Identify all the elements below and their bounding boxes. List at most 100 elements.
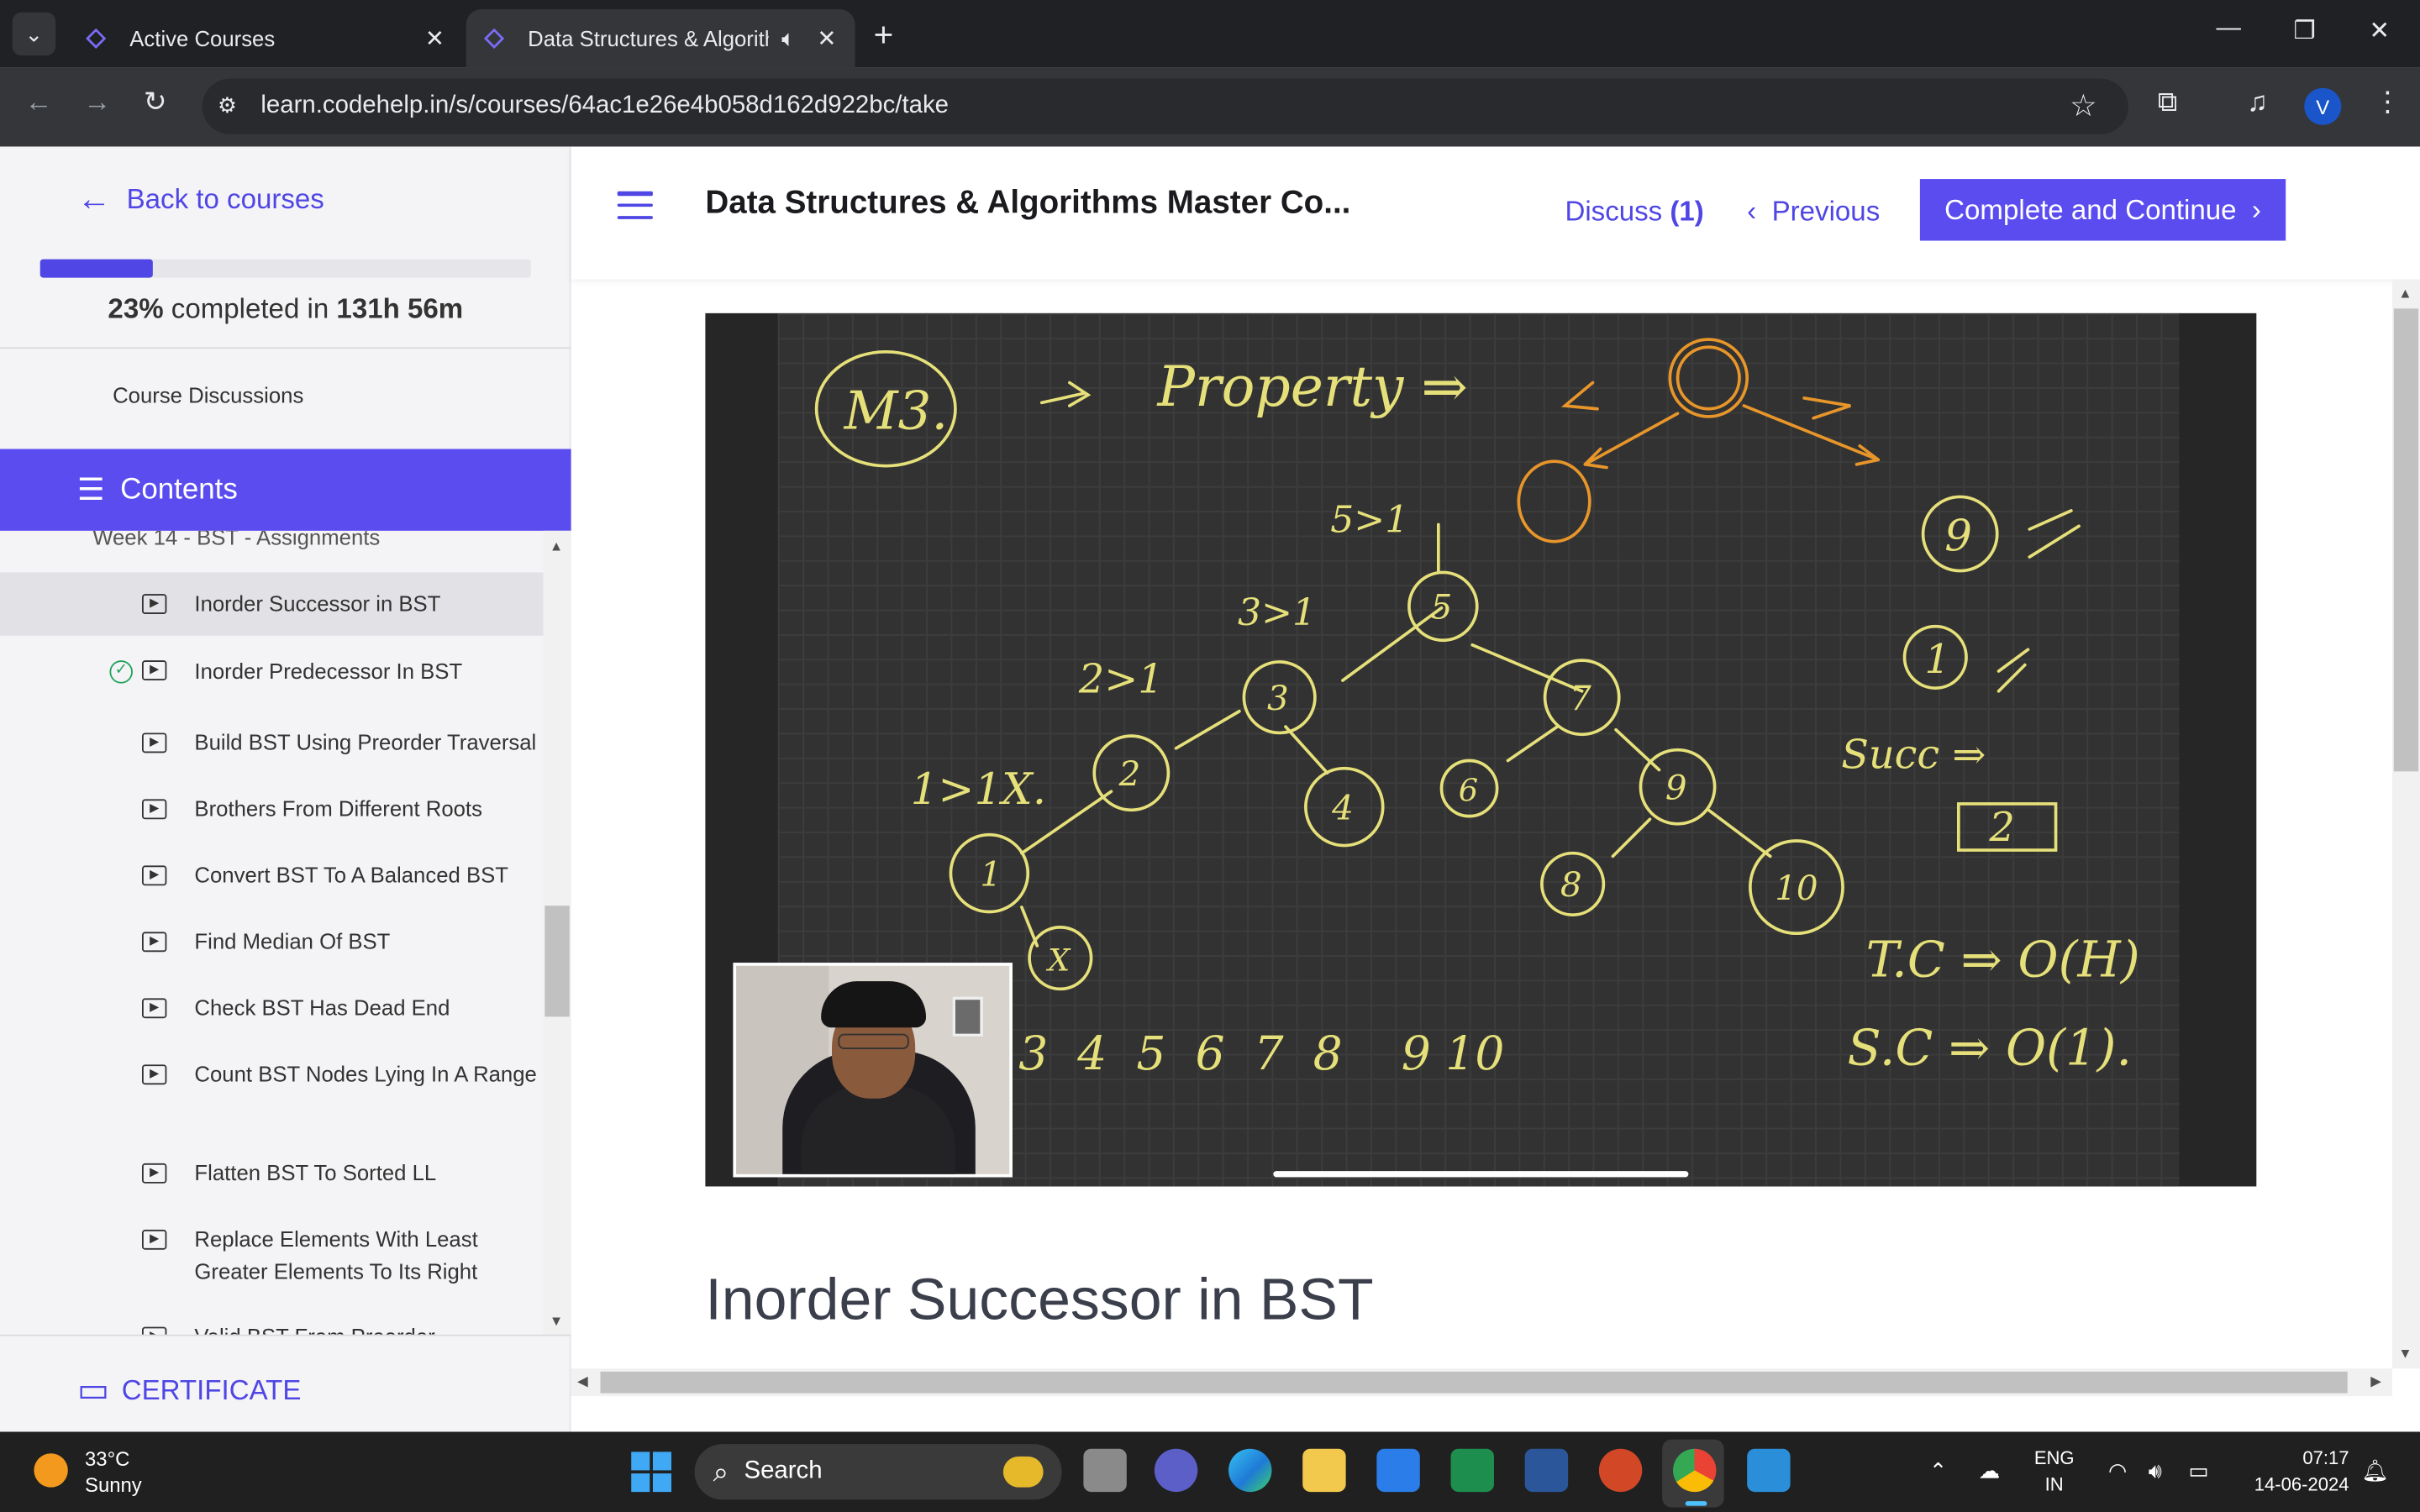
sidebar-scroll-thumb[interactable] — [544, 906, 570, 1017]
tab-search-button[interactable]: ⌄ — [12, 12, 56, 56]
video-player[interactable]: M3. Property ⇒ 5>1 3>1 2>1 1>1X. Succ ⇒ … — [705, 312, 2257, 1187]
list-item[interactable]: Valid BST From Preorder — [0, 1315, 544, 1335]
scroll-down-icon[interactable]: ▼ — [2398, 1346, 2412, 1361]
excel-icon[interactable] — [1450, 1448, 1494, 1493]
site-info-icon[interactable]: ⚙ — [218, 92, 237, 118]
onedrive-icon[interactable]: ☁ — [1979, 1458, 2001, 1484]
list-item[interactable]: Inorder Successor in BST — [0, 572, 544, 636]
powerpoint-icon[interactable] — [1598, 1448, 1643, 1493]
back-to-courses-link[interactable]: ← Back to courses — [77, 179, 324, 219]
minimize-button[interactable]: — — [2217, 15, 2241, 43]
play-video-icon — [141, 998, 167, 1019]
cmp-label: 3>1 — [1238, 591, 1316, 634]
certificate-label: CERTIFICATE — [121, 1373, 302, 1405]
complete-and-continue-button[interactable]: Complete and Continue › — [1919, 179, 2286, 241]
play-video-icon — [141, 799, 167, 820]
taskbar-search[interactable]: ⌕ Search — [694, 1444, 1062, 1500]
list-item[interactable]: Build BST Using Preorder Traversal — [0, 710, 544, 776]
chrome-icon[interactable] — [1673, 1448, 1717, 1493]
list-item[interactable]: Convert BST To A Balanced BST — [0, 843, 544, 909]
scroll-up-icon[interactable]: ▲ — [550, 538, 563, 554]
list-item[interactable]: Check BST Has Dead End — [0, 975, 544, 1042]
tab-label: Data Structures & Algorithm — [528, 26, 770, 51]
list-item[interactable]: Flatten BST To Sorted LL — [0, 1140, 544, 1206]
sun-icon[interactable] — [34, 1453, 68, 1488]
week-section-label[interactable]: Week 14 - BST - Assignments — [92, 531, 380, 549]
task-view-icon[interactable] — [1083, 1448, 1127, 1493]
back-arrow-icon[interactable]: ← — [24, 87, 52, 119]
windows-start-icon[interactable] — [631, 1452, 671, 1493]
close-icon[interactable]: ✕ — [425, 24, 445, 52]
url-bar[interactable]: learn.codehelp.in/s/courses/64ac1e26e4b0… — [202, 78, 2128, 134]
bookmark-star-icon[interactable]: ☆ — [2070, 87, 2097, 125]
node-label: 5 — [1431, 587, 1453, 627]
window-close-button[interactable]: ✕ — [2369, 15, 2390, 46]
hamburger-menu-icon[interactable] — [617, 191, 653, 219]
progress-text: 23% completed in 131h 56m — [0, 293, 571, 326]
volume-icon[interactable]: 🔊︎ — [2149, 1458, 2162, 1484]
course-discussions-link[interactable]: Course Discussions — [113, 383, 303, 407]
restore-button[interactable]: ❐ — [2293, 15, 2315, 46]
file-explorer-icon[interactable] — [1302, 1448, 1346, 1493]
node-label: 4 — [1331, 787, 1354, 827]
scroll-right-icon[interactable]: ▶ — [2370, 1373, 2381, 1390]
list-item[interactable]: Find Median Of BST — [0, 909, 544, 975]
battery-icon[interactable]: ▭ — [2188, 1458, 2208, 1484]
new-tab-button[interactable]: + — [874, 15, 894, 55]
list-item[interactable]: Count BST Nodes Lying In A Range — [0, 1042, 544, 1141]
cmp-label: 1>1X. — [911, 764, 1046, 815]
list-item[interactable]: ✓ Inorder Predecessor In BST — [0, 638, 544, 705]
inorder-sequence: 3 4 5 6 7 8 9 10 — [1018, 1026, 1504, 1080]
node-label: 2 — [1118, 753, 1141, 794]
course-title: Data Structures & Algorithms Master Co..… — [705, 185, 1351, 221]
reload-icon[interactable]: ↻ — [144, 87, 167, 119]
url-text: learn.codehelp.in/s/courses/64ac1e26e4b0… — [260, 92, 950, 119]
close-icon[interactable]: ✕ — [817, 24, 836, 52]
wifi-icon[interactable]: ◠ — [2108, 1458, 2127, 1484]
teams-chat-icon[interactable] — [1154, 1448, 1198, 1493]
microsoft-store-icon[interactable] — [1376, 1448, 1420, 1493]
horizontal-scroll-thumb[interactable] — [600, 1371, 2348, 1394]
contents-header[interactable]: ☰ Contents — [0, 449, 571, 531]
tree-edge — [1614, 727, 1661, 772]
codehelp-favicon-icon: ◇ — [86, 24, 106, 51]
more-menu-icon[interactable]: ⋮ — [2374, 87, 2402, 119]
play-video-icon — [141, 1163, 167, 1184]
forward-arrow-icon[interactable]: → — [83, 87, 111, 119]
scroll-down-icon[interactable]: ▼ — [550, 1313, 563, 1328]
tab-dsa-course[interactable]: ◇ Data Structures & Algorithm 🔈︎ ✕ — [466, 9, 855, 68]
language-indicator[interactable]: ENG IN — [2034, 1446, 2075, 1498]
tab-active-courses[interactable]: ◇ Active Courses ✕ — [68, 9, 463, 68]
discuss-count: (1) — [1670, 196, 1704, 227]
speaker-icon[interactable]: 🔈︎ — [781, 25, 796, 51]
word-icon[interactable] — [1524, 1448, 1569, 1493]
tree-edge — [1506, 725, 1560, 763]
photos-app-icon[interactable] — [1747, 1448, 1791, 1493]
media-control-icon[interactable]: ♫ — [2247, 87, 2268, 119]
glasses — [838, 1033, 909, 1049]
list-item[interactable]: Replace Elements With Least Greater Elem… — [0, 1206, 544, 1305]
profile-avatar[interactable]: V — [2304, 87, 2342, 125]
discuss-button[interactable]: Discuss (1) — [1565, 196, 1703, 228]
notification-bell-icon[interactable]: 🔔︎ — [2361, 1458, 2389, 1484]
answer-box-value: 2 — [1989, 805, 2015, 851]
lecture-title: Find Median Of BST — [194, 928, 391, 954]
extensions-icon[interactable]: ⧉ — [2158, 87, 2178, 119]
list-item[interactable]: Brothers From Different Roots — [0, 776, 544, 843]
scroll-up-icon[interactable]: ▲ — [2398, 286, 2412, 301]
chevron-down-icon: ⌄ — [24, 20, 44, 46]
scroll-left-icon[interactable]: ◀ — [577, 1373, 588, 1390]
course-progress-fill — [39, 259, 154, 278]
play-video-icon — [141, 865, 167, 886]
main-scroll-thumb[interactable] — [2393, 308, 2419, 772]
previous-label: Previous — [1771, 196, 1881, 227]
weather-widget[interactable]: 33°C Sunny — [85, 1446, 142, 1498]
chevron-up-icon[interactable]: ⌃ — [1929, 1458, 1948, 1484]
tab-label: Active Courses — [129, 26, 276, 51]
side-node-label: 1 — [1924, 637, 1949, 683]
certificate-link[interactable]: ▭ CERTIFICATE — [77, 1370, 302, 1410]
video-progress-bar[interactable] — [1273, 1171, 1689, 1178]
edge-browser-icon[interactable] — [1228, 1448, 1272, 1493]
previous-button[interactable]: ‹ Previous — [1747, 196, 1880, 228]
clock[interactable]: 07:17 14-06-2024 — [2241, 1446, 2349, 1498]
